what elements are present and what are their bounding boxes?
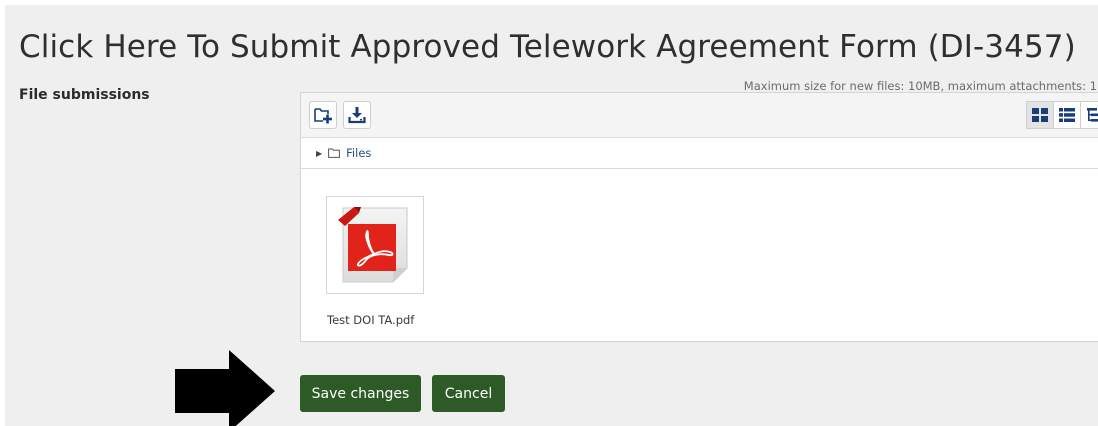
view-mode-switcher [1026, 101, 1098, 129]
list-view-button[interactable] [1053, 101, 1081, 129]
page-title: Click Here To Submit Approved Telework A… [19, 29, 1076, 65]
cancel-button[interactable]: Cancel [432, 375, 505, 412]
file-manager-toolbar [301, 93, 1098, 138]
file-thumbnail[interactable] [326, 196, 424, 294]
file-manager: ▶ Files Test DOI TA.pdf [300, 92, 1098, 342]
file-name[interactable]: Test DOI TA.pdf [327, 313, 414, 327]
download-icon [348, 107, 366, 124]
list-icon [1059, 108, 1075, 122]
breadcrumb: ▶ Files [301, 138, 1098, 169]
pdf-icon [338, 207, 408, 283]
add-file-icon [314, 108, 332, 124]
grid-icon [1032, 108, 1048, 122]
assignment-page: Click Here To Submit Approved Telework A… [5, 5, 1098, 426]
folder-icon [328, 148, 341, 158]
caret-right-icon[interactable]: ▶ [316, 149, 322, 158]
grid-view-button[interactable] [1026, 101, 1054, 129]
add-file-button[interactable] [309, 101, 337, 129]
download-all-button[interactable] [343, 101, 371, 129]
save-changes-button[interactable]: Save changes [300, 375, 421, 412]
file-submissions-label: File submissions [19, 87, 150, 103]
breadcrumb-files-link[interactable]: Files [346, 146, 371, 160]
tree-icon [1087, 108, 1098, 122]
arrow-right-icon [175, 350, 275, 426]
tree-view-button[interactable] [1080, 101, 1098, 129]
max-size-info: Maximum size for new files: 10MB, maximu… [743, 79, 1097, 93]
